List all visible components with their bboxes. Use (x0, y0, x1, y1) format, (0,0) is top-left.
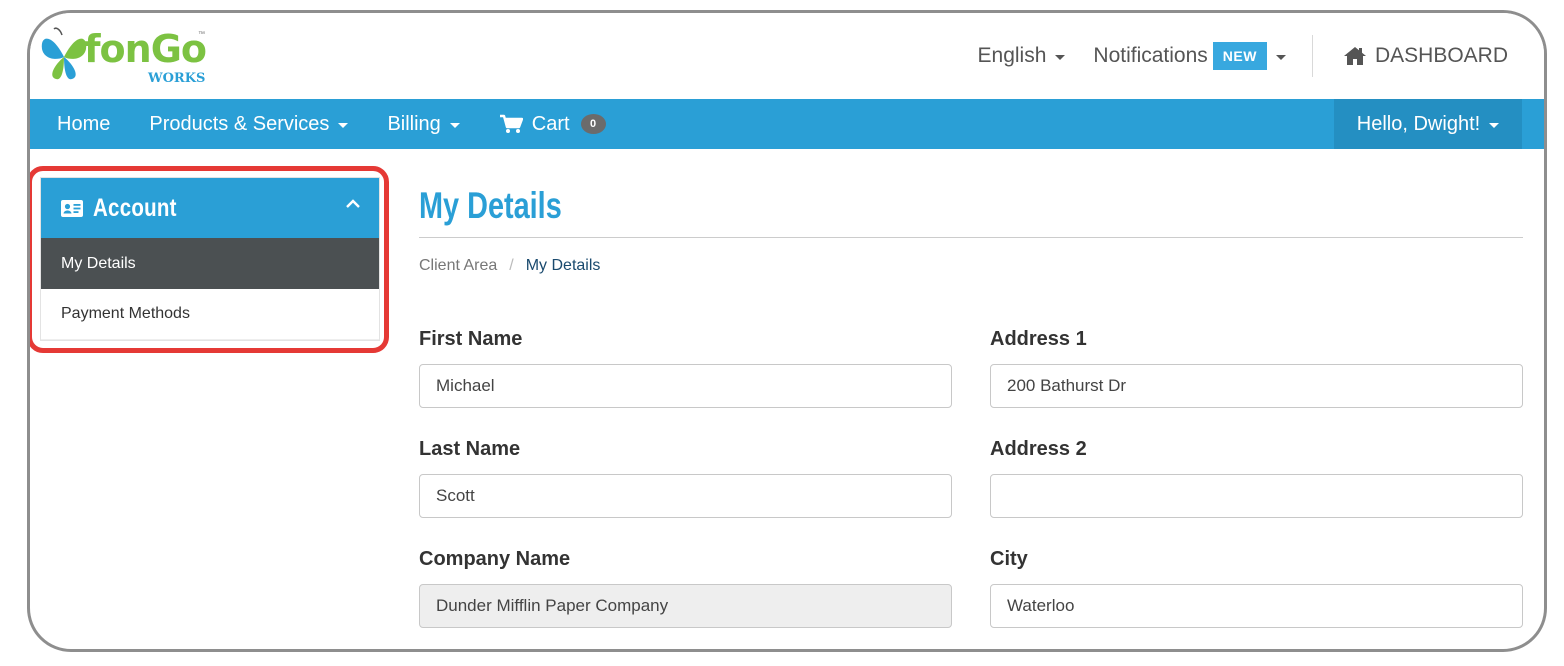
nav-products-label: Products & Services (149, 112, 330, 135)
notifications-dropdown[interactable]: Notifications NEW (1093, 42, 1286, 70)
breadcrumb-separator: / (509, 257, 514, 274)
title-divider (419, 237, 1523, 238)
breadcrumb-current: My Details (525, 257, 601, 274)
logo-wordmark: fonGo (84, 27, 207, 71)
company-name-field[interactable] (419, 584, 952, 628)
logo-trademark: ™ (198, 31, 205, 38)
nav-products-services[interactable]: Products & Services (149, 112, 349, 136)
site-header: fonGo ™ WORKS English Notifications NEW … (30, 13, 1544, 99)
nav-cart-label: Cart (531, 112, 570, 135)
highlight-outline (30, 166, 389, 353)
breadcrumb: Client Area / My Details (419, 257, 600, 275)
home-icon (1343, 47, 1366, 65)
language-dropdown[interactable]: English (978, 44, 1066, 68)
language-label: English (977, 44, 1047, 67)
address1-label: Address 1 (990, 328, 1087, 350)
notifications-label: Notifications (1093, 44, 1208, 67)
nav-billing-label: Billing (387, 112, 441, 135)
main-nav: Home Products & Services Billing Cart 0 … (30, 99, 1544, 149)
nav-home[interactable]: Home (57, 113, 110, 136)
user-menu[interactable]: Hello, Dwight! (1334, 99, 1522, 149)
dashboard-link[interactable]: DASHBOARD (1343, 44, 1508, 68)
browser-frame: fonGo ™ WORKS English Notifications NEW … (27, 10, 1547, 652)
cart-icon (499, 114, 523, 133)
caret-down-icon (449, 122, 460, 128)
breadcrumb-client-area[interactable]: Client Area (419, 257, 497, 275)
cart-count-badge: 0 (580, 114, 606, 134)
logo-subtitle: WORKS (148, 71, 206, 86)
nav-cart[interactable]: Cart 0 (499, 113, 606, 136)
caret-down-icon (1489, 122, 1500, 128)
address2-field[interactable] (990, 474, 1523, 518)
first-name-field[interactable] (419, 364, 952, 408)
caret-down-icon (1055, 54, 1066, 60)
notifications-new-badge: NEW (1212, 42, 1267, 70)
nav-home-label: Home (57, 112, 111, 135)
user-greeting: Hello, Dwight! (1356, 112, 1481, 135)
city-field[interactable] (990, 584, 1523, 628)
caret-down-icon (1275, 54, 1286, 60)
last-name-field[interactable] (419, 474, 952, 518)
address2-label: Address 2 (990, 438, 1087, 460)
butterfly-logo-icon (41, 27, 87, 80)
divider (1311, 35, 1313, 77)
last-name-label: Last Name (419, 438, 521, 460)
dashboard-label: DASHBOARD (1374, 44, 1508, 67)
address1-field[interactable] (990, 364, 1523, 408)
caret-down-icon (338, 122, 349, 128)
top-links: English Notifications NEW DASHBOARD (950, 13, 1544, 99)
nav-billing[interactable]: Billing (387, 112, 460, 136)
company-name-label: Company Name (419, 548, 571, 570)
city-label: City (990, 548, 1028, 570)
first-name-label: First Name (419, 328, 523, 350)
fongo-works-logo[interactable]: fonGo ™ WORKS (38, 23, 208, 89)
page-title: My Details (419, 185, 562, 226)
